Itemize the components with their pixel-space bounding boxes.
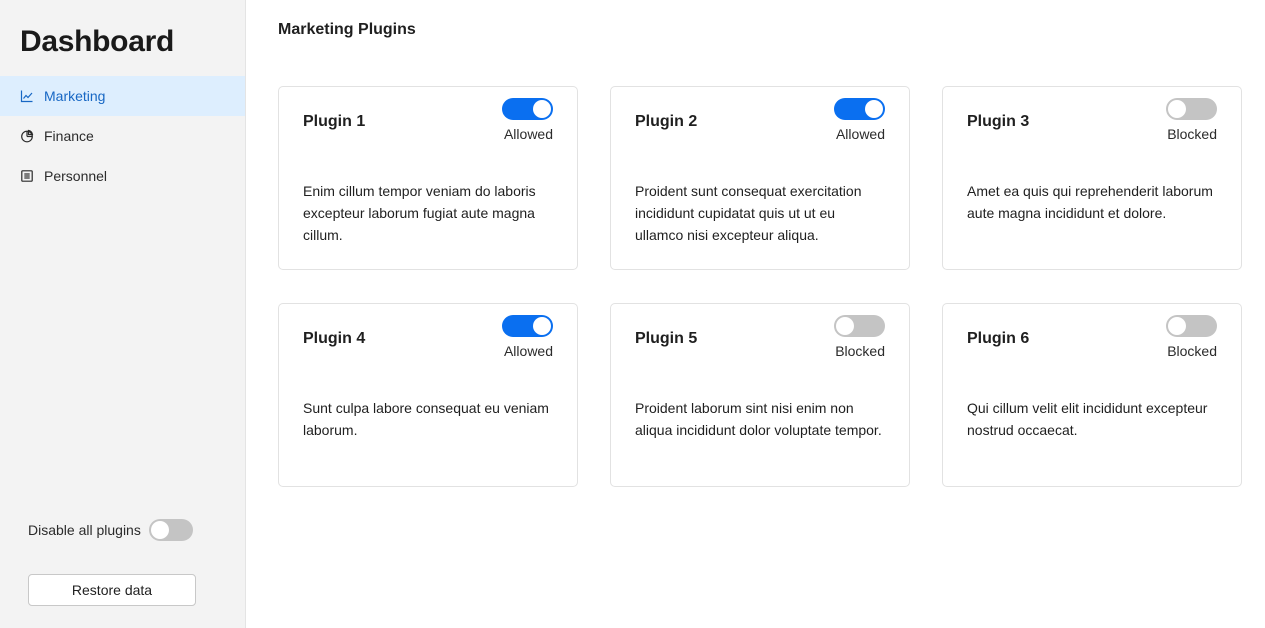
line-chart-icon <box>20 89 34 103</box>
plugin-toggle-group: Allowed <box>834 98 885 142</box>
plugin-description: Qui cillum velit elit incididunt excepte… <box>967 400 1208 438</box>
sidebar: Dashboard Marketing Finance Personnel Di… <box>0 0 246 628</box>
plugin-card: Plugin 1 Allowed Enim cillum tempor veni… <box>278 86 578 270</box>
plugin-description: Sunt culpa labore consequat eu veniam la… <box>303 400 549 438</box>
toggle-knob <box>533 100 551 118</box>
restore-data-button[interactable]: Restore data <box>28 574 196 606</box>
main-content: Marketing Plugins Plugin 1 Allowed Enim … <box>246 0 1265 628</box>
plugin-toggle[interactable] <box>834 315 885 337</box>
plugin-name: Plugin 5 <box>635 330 698 347</box>
plugin-status: Allowed <box>835 126 885 142</box>
plugin-card: Plugin 2 Allowed Proident sunt consequat… <box>610 86 910 270</box>
plugin-toggle[interactable] <box>834 98 885 120</box>
sidebar-item-finance[interactable]: Finance <box>0 116 245 156</box>
plugin-card: Plugin 5 Blocked Proident laborum sint n… <box>610 303 910 487</box>
plugin-card: Plugin 6 Blocked Qui cillum velit elit i… <box>942 303 1242 487</box>
toggle-knob <box>836 317 854 335</box>
plugin-description: Proident sunt consequat exercitation inc… <box>635 183 862 243</box>
plugin-card: Plugin 3 Blocked Amet ea quis qui repreh… <box>942 86 1242 270</box>
plugin-status: Blocked <box>1167 126 1217 142</box>
plugin-status: Blocked <box>1167 343 1217 359</box>
sidebar-nav: Marketing Finance Personnel <box>0 76 245 196</box>
plugin-name: Plugin 4 <box>303 330 366 347</box>
plugin-toggle[interactable] <box>1166 315 1217 337</box>
sidebar-item-label: Marketing <box>44 88 106 104</box>
plugin-name: Plugin 3 <box>967 113 1030 130</box>
sidebar-title: Dashboard <box>20 25 174 58</box>
plugin-status: Allowed <box>503 126 553 142</box>
plugin-status: Allowed <box>503 343 553 359</box>
plugin-name: Plugin 6 <box>967 330 1030 347</box>
list-document-icon <box>20 169 34 183</box>
disable-all-row: Disable all plugins <box>28 519 193 541</box>
plugin-toggle-group: Blocked <box>834 315 885 359</box>
plugin-description: Amet ea quis qui reprehenderit laborum a… <box>967 183 1213 221</box>
disable-all-label: Disable all plugins <box>28 522 141 538</box>
plugin-toggle-group: Blocked <box>1166 98 1217 142</box>
plugin-name: Plugin 2 <box>635 113 698 130</box>
plugin-grid: Plugin 1 Allowed Enim cillum tempor veni… <box>278 86 1242 487</box>
page-title: Marketing Plugins <box>278 21 416 38</box>
toggle-knob <box>865 100 883 118</box>
app: Dashboard Marketing Finance Personnel Di… <box>0 0 1265 628</box>
plugin-toggle-group: Blocked <box>1166 315 1217 359</box>
plugin-toggle[interactable] <box>502 315 553 337</box>
sidebar-item-personnel[interactable]: Personnel <box>0 156 245 196</box>
toggle-knob <box>533 317 551 335</box>
toggle-knob <box>1168 317 1186 335</box>
plugin-description: Proident laborum sint nisi enim non aliq… <box>635 400 882 438</box>
plugin-status: Blocked <box>835 343 885 359</box>
sidebar-item-marketing[interactable]: Marketing <box>0 76 245 116</box>
plugin-toggle-group: Allowed <box>502 315 553 359</box>
pie-chart-icon <box>20 129 34 143</box>
plugin-card: Plugin 4 Allowed Sunt culpa labore conse… <box>278 303 578 487</box>
plugin-toggle[interactable] <box>1166 98 1217 120</box>
sidebar-item-label: Finance <box>44 128 94 144</box>
disable-all-toggle[interactable] <box>148 519 193 541</box>
plugin-name: Plugin 1 <box>303 113 366 130</box>
plugin-toggle[interactable] <box>502 98 553 120</box>
sidebar-item-label: Personnel <box>44 168 108 184</box>
plugin-toggle-group: Allowed <box>502 98 553 142</box>
toggle-knob <box>1168 100 1186 118</box>
plugin-description: Enim cillum tempor veniam do laboris exc… <box>303 183 536 243</box>
toggle-knob <box>150 521 169 539</box>
